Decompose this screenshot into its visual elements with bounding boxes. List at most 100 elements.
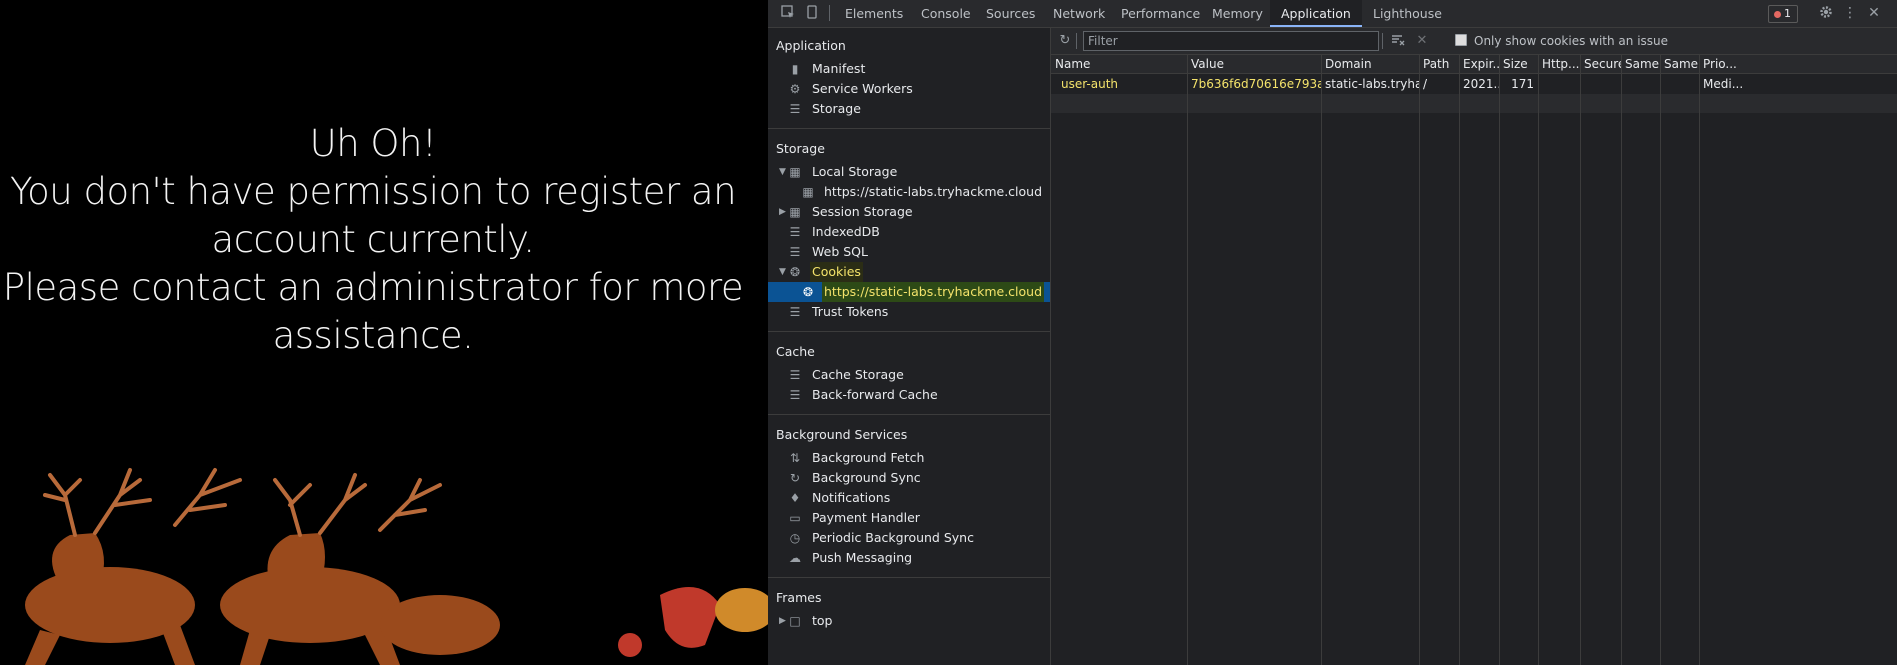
- checkbox-label: Only show cookies with an issue: [1474, 34, 1669, 48]
- cloud-icon: ☁: [789, 551, 801, 565]
- column-header-priority[interactable]: Prio...: [1699, 55, 1897, 74]
- section-title-application: Application: [776, 38, 846, 53]
- sidebar-item-back-forward-cache[interactable]: ☰ Back-forward Cache: [768, 385, 1050, 405]
- sidebar-item-background-fetch[interactable]: ⇅ Background Fetch: [768, 448, 1050, 468]
- column-header-value[interactable]: Value: [1187, 55, 1321, 74]
- section-divider: [768, 128, 1050, 129]
- column-divider[interactable]: [1660, 55, 1661, 665]
- column-divider[interactable]: [1538, 55, 1539, 665]
- sidebar-item-notifications[interactable]: ♦ Notifications: [768, 488, 1050, 508]
- tab-network[interactable]: Network: [1042, 0, 1116, 27]
- cookie-icon: ❂: [802, 285, 814, 299]
- database-icon: ☰: [789, 368, 801, 382]
- column-header-secure[interactable]: Secure: [1580, 55, 1621, 74]
- sidebar-item-trust-tokens[interactable]: ☰ Trust Tokens: [768, 302, 1050, 322]
- section-title-frames: Frames: [776, 590, 822, 605]
- sidebar-item-frame-top[interactable]: ▶ □ top: [768, 611, 1050, 631]
- inspect-element-icon[interactable]: [780, 5, 796, 21]
- sidebar-item-indexeddb[interactable]: ☰ IndexedDB: [768, 222, 1050, 242]
- sidebar-item-local-storage-origin[interactable]: ▦ https://static-labs.tryhackme.cloud: [768, 182, 1050, 202]
- sidebar-item-web-sql[interactable]: ☰ Web SQL: [768, 242, 1050, 262]
- delete-selected-icon[interactable]: ✕: [1414, 33, 1430, 49]
- only-show-issue-checkbox[interactable]: Only show cookies with an issue: [1455, 33, 1668, 49]
- tab-application[interactable]: Application: [1270, 0, 1362, 27]
- database-icon: ☰: [789, 305, 801, 319]
- sidebar-item-periodic-background-sync[interactable]: ◷ Periodic Background Sync: [768, 528, 1050, 548]
- column-divider[interactable]: [1419, 55, 1420, 665]
- table-icon: ▦: [802, 185, 814, 199]
- column-header-samesite[interactable]: Same...: [1621, 55, 1660, 74]
- cookie-toolbar: ↻ ✕ Only show cookies with an issue: [1051, 28, 1897, 55]
- sync-icon: ↻: [789, 471, 801, 485]
- column-header-name[interactable]: Name: [1051, 55, 1187, 74]
- cell-name[interactable]: user-auth: [1051, 75, 1187, 94]
- sidebar-item-cookies[interactable]: ▼ ❂ Cookies: [768, 262, 1050, 282]
- tab-memory[interactable]: Memory: [1201, 0, 1274, 27]
- cell-domain[interactable]: static-labs.tryhack...: [1321, 75, 1419, 94]
- sidebar-item-payment-handler[interactable]: ▭ Payment Handler: [768, 508, 1050, 528]
- column-header-path[interactable]: Path: [1419, 55, 1459, 74]
- sidebar-item-storage[interactable]: ☰ Storage: [768, 99, 1050, 119]
- column-divider[interactable]: [1499, 55, 1500, 665]
- error-count-badge[interactable]: 1: [1768, 5, 1798, 23]
- tab-performance[interactable]: Performance: [1110, 0, 1211, 27]
- section-divider: [768, 577, 1050, 578]
- column-header-expires[interactable]: Expir...: [1459, 55, 1499, 74]
- checkbox-box[interactable]: [1455, 34, 1467, 46]
- cell-expires[interactable]: 2021...: [1459, 75, 1499, 94]
- sidebar-item-manifest[interactable]: ▮ Manifest: [768, 59, 1050, 79]
- error-count: 1: [1784, 7, 1791, 20]
- refresh-icon[interactable]: ↻: [1057, 33, 1073, 49]
- sidebar-item-service-workers[interactable]: ⚙ Service Workers: [768, 79, 1050, 99]
- cell-sameparty[interactable]: [1660, 75, 1699, 94]
- message-line: assistance.: [272, 314, 474, 357]
- table-icon: ▦: [789, 165, 801, 179]
- message-title: Uh Oh!: [309, 122, 437, 165]
- sidebar-item-background-sync[interactable]: ↻ Background Sync: [768, 468, 1050, 488]
- sidebar-item-label: Cookies: [810, 262, 863, 282]
- column-header-sameparty[interactable]: Same...: [1660, 55, 1699, 74]
- tab-sources[interactable]: Sources: [975, 0, 1046, 27]
- column-header-httponly[interactable]: Http...: [1538, 55, 1580, 74]
- gear-icon[interactable]: [1818, 5, 1834, 21]
- column-header-domain[interactable]: Domain: [1321, 55, 1419, 74]
- cell-httponly[interactable]: [1538, 75, 1580, 94]
- sidebar-item-label: Notifications: [812, 490, 891, 505]
- message-line: account currently.: [211, 218, 535, 261]
- devtools-tabbar: Elements Console Sources Network Perform…: [768, 0, 1897, 28]
- cell-priority[interactable]: Medi...: [1699, 75, 1897, 94]
- tab-console[interactable]: Console: [910, 0, 982, 27]
- column-divider[interactable]: [1699, 55, 1700, 665]
- sidebar-item-cache-storage[interactable]: ☰ Cache Storage: [768, 365, 1050, 385]
- cell-value[interactable]: 7b636f6d70616e793a2022...: [1187, 75, 1321, 94]
- message-line: You don't have permission to register an: [9, 170, 737, 213]
- filter-input[interactable]: [1083, 31, 1379, 51]
- more-options-icon[interactable]: ⋮: [1842, 5, 1858, 21]
- sidebar-item-label: https://static-labs.tryhackme.cloud: [824, 184, 1043, 199]
- column-divider[interactable]: [1621, 55, 1622, 665]
- close-icon[interactable]: ✕: [1866, 5, 1882, 21]
- column-divider[interactable]: [1580, 55, 1581, 665]
- sidebar-item-label: Background Fetch: [812, 450, 925, 465]
- tab-elements[interactable]: Elements: [834, 0, 914, 27]
- column-divider[interactable]: [1459, 55, 1460, 665]
- device-toolbar-icon[interactable]: [804, 5, 820, 21]
- column-header-size[interactable]: Size: [1499, 55, 1538, 74]
- cell-secure[interactable]: [1580, 75, 1621, 94]
- cookies-table: Name Value Domain Path Expir... Size Htt…: [1051, 55, 1897, 665]
- cell-size[interactable]: 171: [1499, 75, 1538, 94]
- cell-samesite[interactable]: [1621, 75, 1660, 94]
- clear-filtered-cookies-icon[interactable]: [1390, 33, 1406, 49]
- section-title-background-services: Background Services: [776, 427, 908, 442]
- sidebar-item-cookies-origin[interactable]: ❂ https://static-labs.tryhackme.cloud: [768, 282, 1050, 302]
- sidebar-item-label: Manifest: [812, 61, 866, 76]
- table-row-empty: [1051, 94, 1897, 113]
- cell-path[interactable]: /: [1419, 75, 1459, 94]
- credit-card-icon: ▭: [789, 511, 801, 525]
- sidebar-item-session-storage[interactable]: ▶ ▦ Session Storage: [768, 202, 1050, 222]
- tab-lighthouse[interactable]: Lighthouse: [1362, 0, 1453, 27]
- column-divider[interactable]: [1321, 55, 1322, 665]
- sidebar-item-push-messaging[interactable]: ☁ Push Messaging: [768, 548, 1050, 568]
- sidebar-item-local-storage[interactable]: ▼ ▦ Local Storage: [768, 162, 1050, 182]
- column-divider[interactable]: [1187, 55, 1188, 665]
